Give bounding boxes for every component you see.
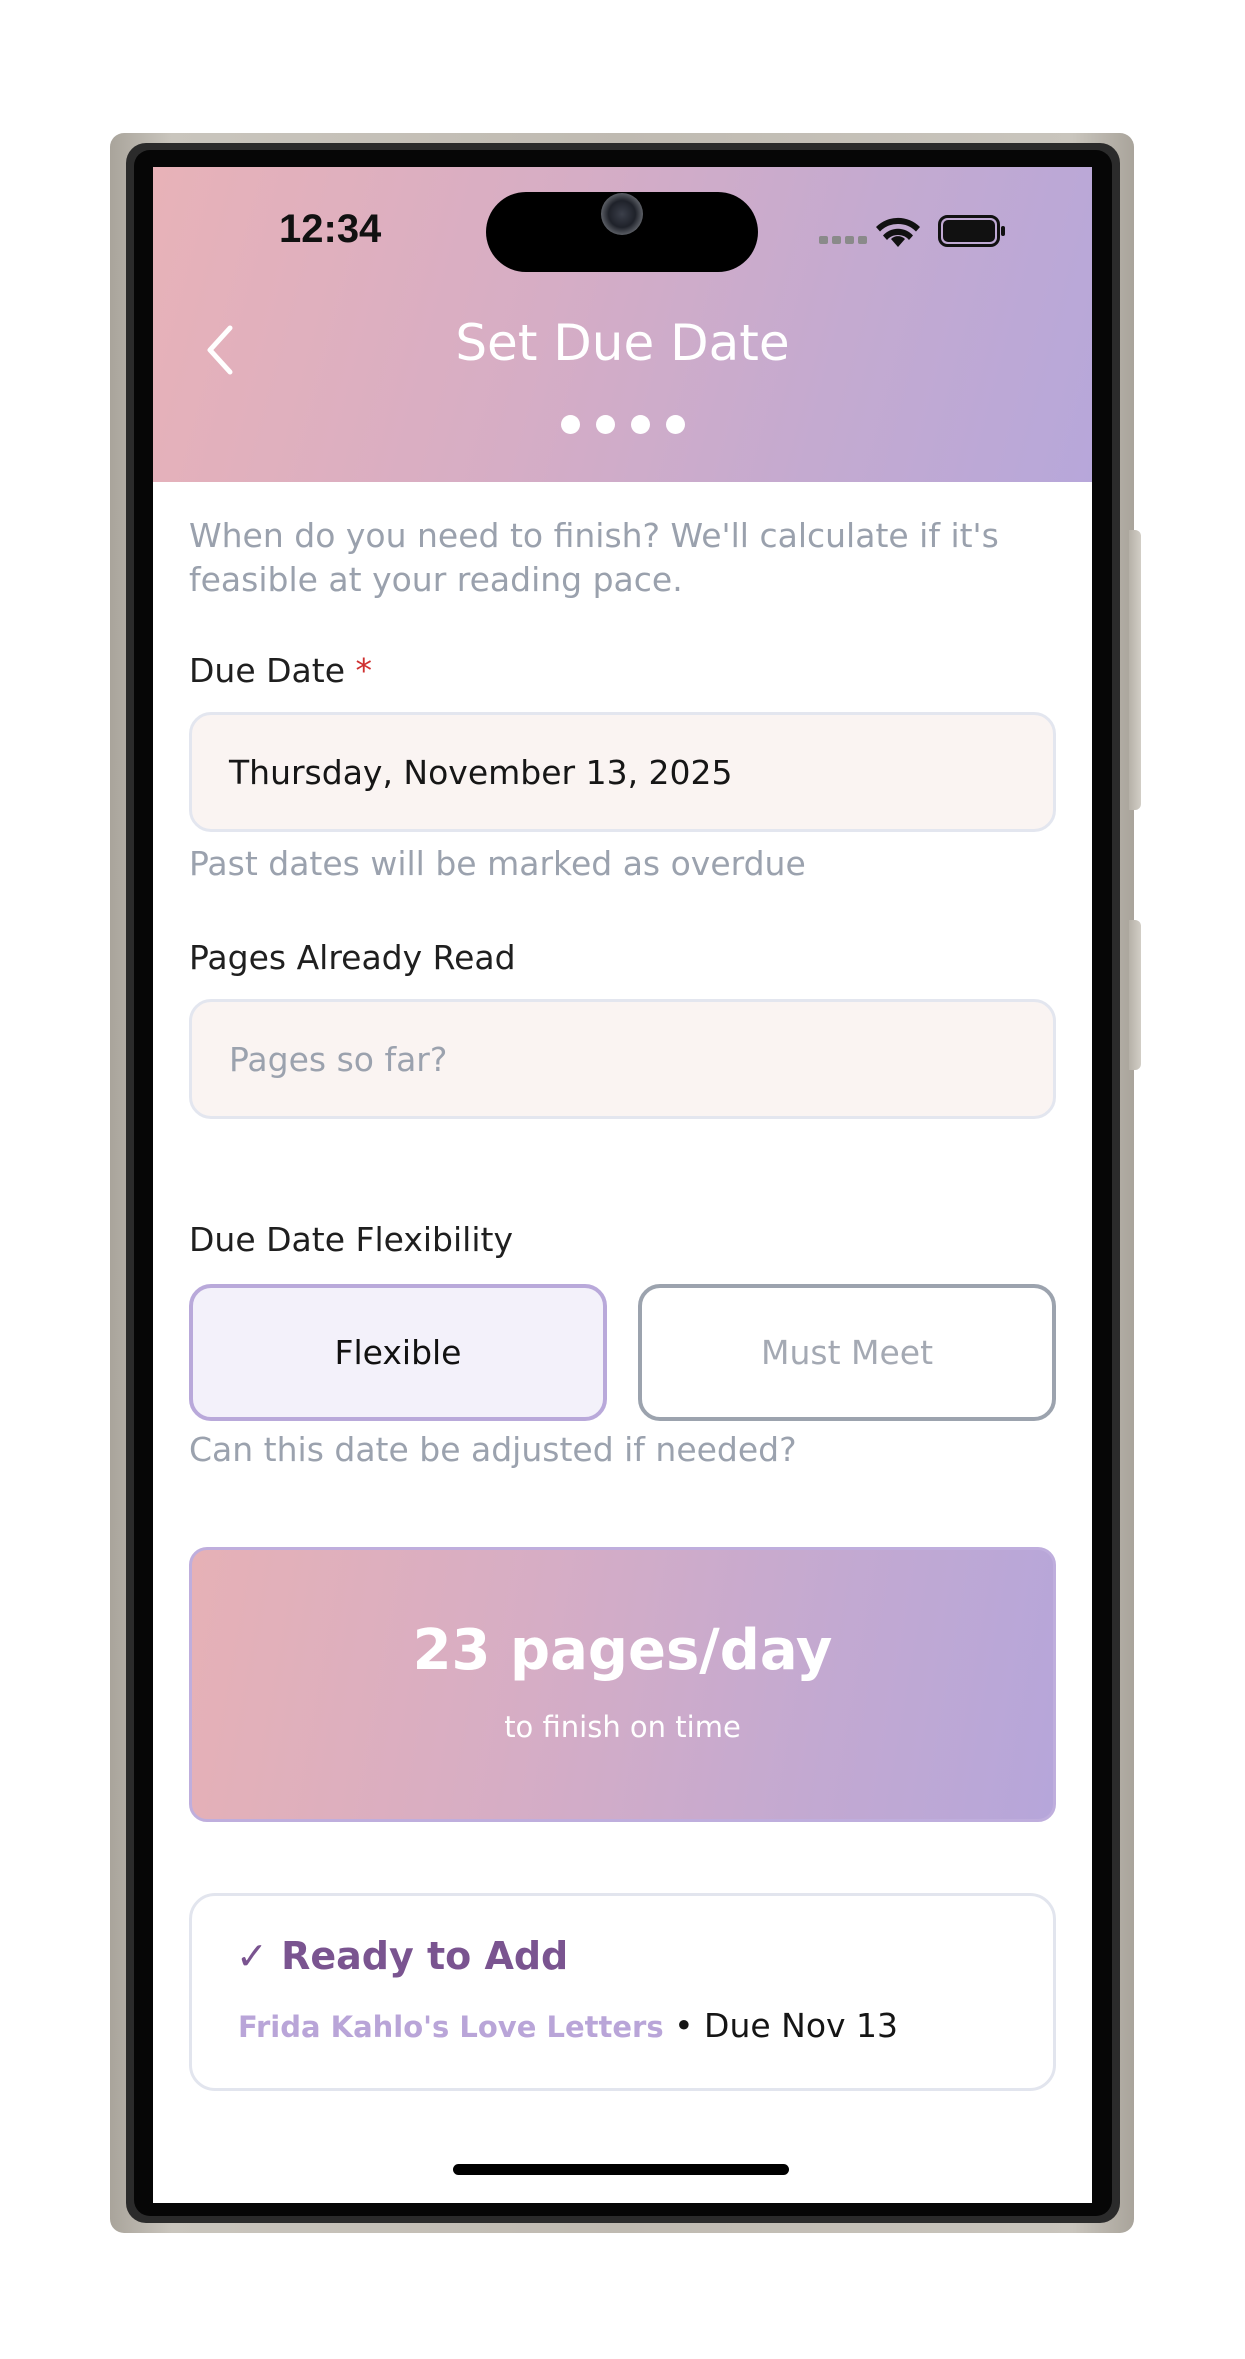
due-date-label: Due Date *	[189, 651, 372, 690]
dynamic-island	[486, 192, 758, 272]
camera-icon	[601, 193, 643, 235]
step-indicator	[561, 415, 685, 434]
due-date-value: Thursday, November 13, 2025	[229, 752, 733, 792]
must-meet-option[interactable]: Must Meet	[638, 1284, 1056, 1421]
pace-card: 23 pages/day to finish on time	[189, 1547, 1056, 1822]
step-dot	[631, 415, 650, 434]
due-date-helper: Past dates will be marked as overdue	[189, 844, 806, 883]
pages-read-label: Pages Already Read	[189, 938, 516, 977]
ready-detail: Frida Kahlo's Love Letters • Due Nov 13	[238, 2006, 898, 2045]
flexible-option-label: Flexible	[334, 1333, 462, 1372]
wifi-icon	[876, 217, 920, 247]
pages-read-placeholder: Pages so far?	[229, 1039, 448, 1079]
due-date-field[interactable]: Thursday, November 13, 2025	[189, 712, 1056, 832]
flexibility-label: Due Date Flexibility	[189, 1220, 513, 1259]
pages-read-input[interactable]: Pages so far?	[189, 999, 1056, 1119]
cellular-signal-icon	[819, 234, 869, 244]
page-title: Set Due Date	[455, 314, 790, 372]
app-screen: 12:34 Set Due Date When do you need to f…	[153, 167, 1092, 2203]
book-title: Frida Kahlo's Love Letters	[238, 2010, 664, 2044]
ready-title: ✓ Ready to Add	[236, 1934, 569, 1978]
pace-value: 23 pages/day	[412, 1618, 833, 1683]
flexibility-helper: Can this date be adjusted if needed?	[189, 1430, 797, 1469]
step-dot	[596, 415, 615, 434]
status-time: 12:34	[279, 207, 382, 251]
due-summary: Due Nov 13	[704, 2006, 899, 2045]
side-button	[1129, 920, 1141, 1070]
step-dot	[666, 415, 685, 434]
pace-caption: to finish on time	[504, 1710, 741, 1744]
home-indicator[interactable]	[453, 2164, 789, 2175]
header: 12:34 Set Due Date	[153, 167, 1092, 482]
battery-icon	[938, 215, 1005, 247]
flexible-option[interactable]: Flexible	[189, 1284, 607, 1421]
step-dot	[561, 415, 580, 434]
must-meet-option-label: Must Meet	[760, 1333, 934, 1372]
ready-card: ✓ Ready to Add Frida Kahlo's Love Letter…	[189, 1893, 1056, 2091]
required-indicator: *	[355, 651, 373, 690]
due-date-label-text: Due Date	[189, 651, 345, 690]
separator: •	[663, 2006, 705, 2045]
intro-text: When do you need to finish? We'll calcul…	[189, 516, 999, 599]
volume-button	[1129, 530, 1141, 810]
